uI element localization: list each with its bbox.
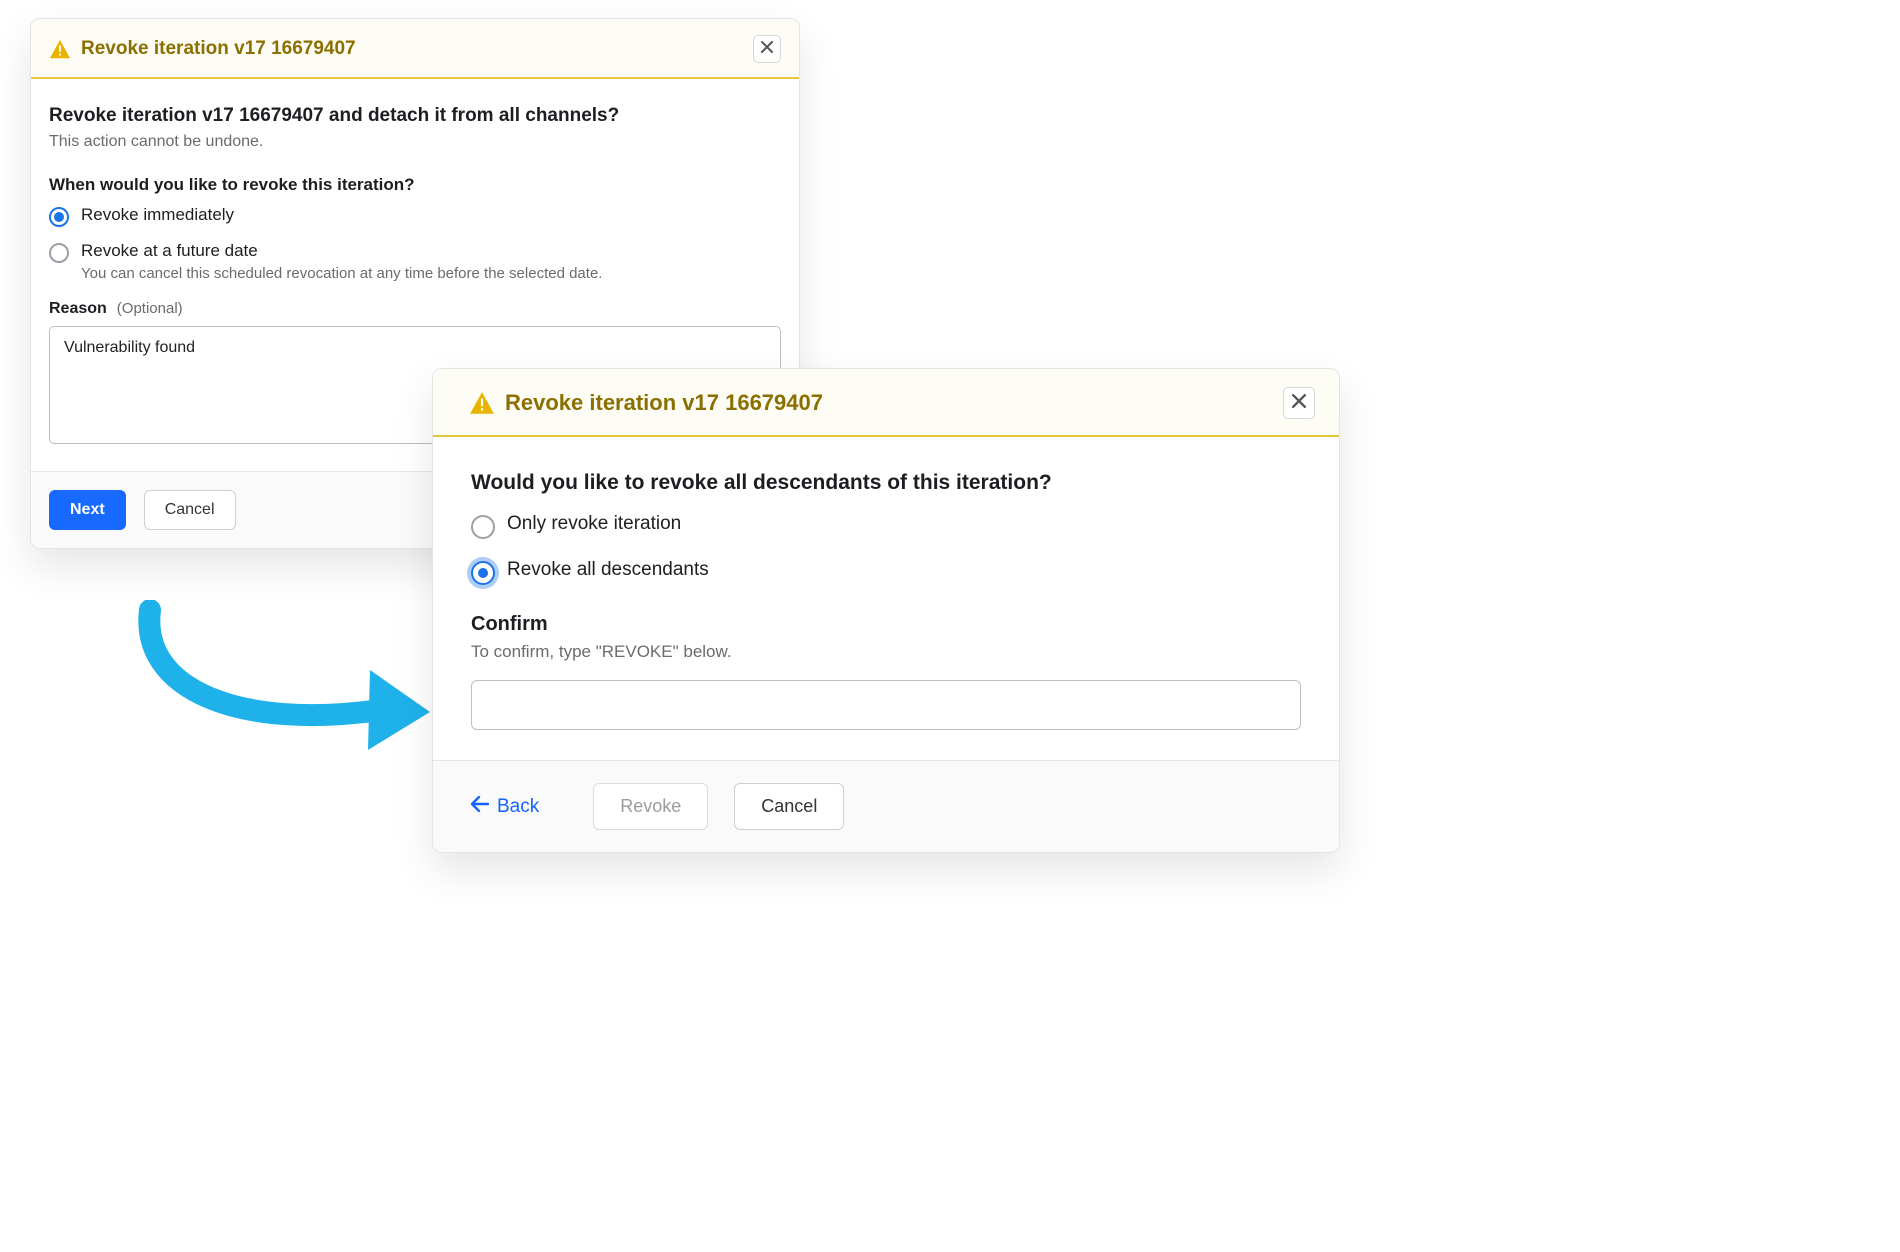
radio-all-descendants[interactable]: Revoke all descendants	[471, 559, 1301, 585]
radio-icon	[49, 243, 69, 263]
revoke-question: Revoke iteration v17 16679407 and detach…	[49, 105, 781, 127]
radio-label: Only revoke iteration	[507, 513, 681, 535]
modal-header: Revoke iteration v17 16679407	[31, 19, 799, 79]
when-question: When would you like to revoke this itera…	[49, 175, 781, 195]
next-button[interactable]: Next	[49, 490, 126, 530]
radio-revoke-immediately[interactable]: Revoke immediately	[49, 205, 781, 227]
radio-label: Revoke at a future date	[81, 241, 602, 261]
close-button[interactable]	[1283, 387, 1315, 419]
cancel-button[interactable]: Cancel	[734, 783, 844, 830]
modal-footer: Back Revoke Cancel	[433, 760, 1339, 852]
warning-icon	[49, 39, 71, 59]
flow-arrow-icon	[120, 600, 440, 780]
close-icon	[761, 40, 773, 58]
reason-label-row: Reason (Optional)	[49, 300, 781, 318]
radio-icon	[49, 207, 69, 227]
warning-icon	[469, 391, 495, 415]
modal-title: Revoke iteration v17 16679407	[81, 38, 356, 60]
confirm-heading: Confirm	[471, 613, 1301, 636]
confirm-instruction: To confirm, type "REVOKE" below.	[471, 642, 1301, 662]
radio-label: Revoke immediately	[81, 205, 234, 225]
descendants-question: Would you like to revoke all descendants…	[471, 471, 1301, 495]
arrow-left-icon	[471, 796, 489, 818]
radio-label: Revoke all descendants	[507, 559, 709, 581]
revoke-modal-step2: Revoke iteration v17 16679407 Would you …	[432, 368, 1340, 853]
modal-header: Revoke iteration v17 16679407	[433, 369, 1339, 437]
radio-only-iteration[interactable]: Only revoke iteration	[471, 513, 1301, 539]
radio-revoke-future[interactable]: Revoke at a future date You can cancel t…	[49, 241, 781, 282]
modal-body: Would you like to revoke all descendants…	[433, 437, 1339, 760]
modal-title: Revoke iteration v17 16679407	[505, 390, 823, 416]
irreversible-warning: This action cannot be undone.	[49, 133, 781, 151]
revoke-button[interactable]: Revoke	[593, 783, 708, 830]
close-icon	[1292, 394, 1306, 413]
radio-icon	[471, 515, 495, 539]
cancel-button[interactable]: Cancel	[144, 490, 236, 530]
radio-sublabel: You can cancel this scheduled revocation…	[81, 265, 602, 282]
radio-icon	[471, 561, 495, 585]
reason-optional: (Optional)	[117, 300, 183, 317]
reason-label: Reason	[49, 300, 107, 318]
back-label: Back	[497, 796, 539, 818]
confirm-input[interactable]	[471, 680, 1301, 730]
back-link[interactable]: Back	[471, 796, 539, 818]
close-button[interactable]	[753, 35, 781, 63]
